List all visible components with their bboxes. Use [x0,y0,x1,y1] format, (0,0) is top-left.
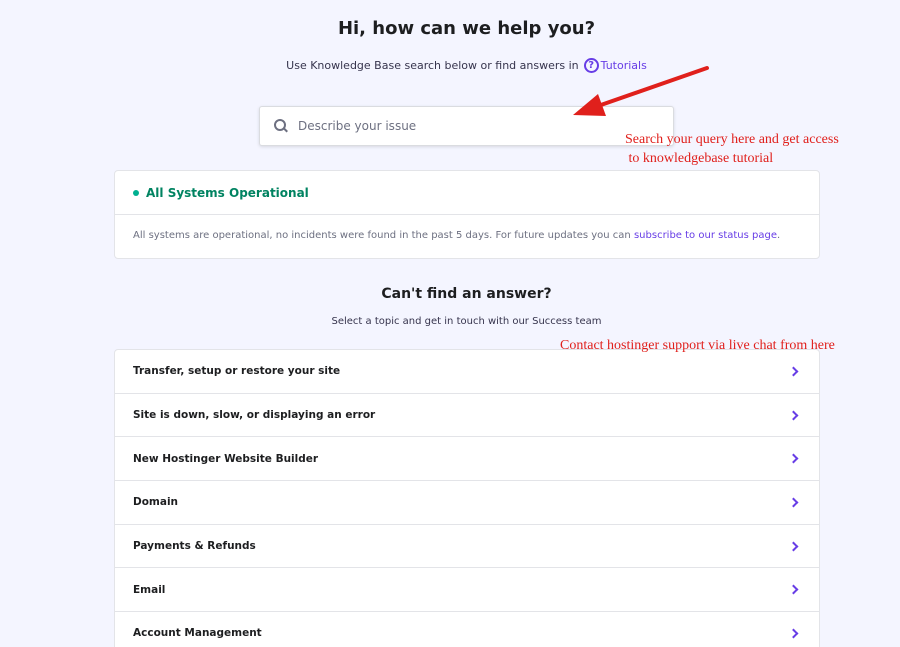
chevron-right-icon [788,410,799,420]
tutorials-link[interactable]: Tutorials [601,59,647,72]
topic-label: Site is down, slow, or displaying an err… [133,409,376,422]
status-page-link[interactable]: subscribe to our status page [634,230,777,241]
search-annotation-line1: Search your query here and get access [625,132,839,147]
status-message-text: All systems are operational, no incident… [133,230,631,241]
topics-title: Can't find an answer? [381,286,552,302]
topic-label: Account Management [133,627,262,640]
topic-label: Email [133,583,166,596]
chevron-right-icon [788,366,799,377]
search-input[interactable] [298,119,638,133]
topic-label: Domain [133,496,179,509]
help-page: Hi, how can we help you? Use Knowledge B… [0,0,900,647]
topic-item-site-down[interactable]: Site is down, slow, or displaying an err… [115,394,819,438]
chevron-right-icon [788,453,799,464]
question-circle-icon[interactable]: ? [583,58,599,73]
chevron-right-icon [788,628,799,639]
contact-annotation: Contact hostinger support via live chat … [560,338,835,353]
page-subtitle: Use Knowledge Base search below or find … [0,58,900,73]
topic-item-account[interactable]: Account Management [115,612,819,647]
status-message-suffix: . [777,230,781,241]
topic-list: Transfer, setup or restore your site Sit… [114,349,820,647]
chevron-right-icon [788,497,799,508]
topic-item-email[interactable]: Email [115,568,819,613]
status-header: All Systems Operational [115,171,819,215]
topic-item-website-builder[interactable]: New Hostinger Website Builder [115,437,819,482]
status-dot-icon [133,189,139,196]
search-annotation-line2: to knowledgebase tutorial [625,151,774,166]
page-title: Hi, how can we help you? [337,18,596,39]
status-card: All Systems Operational All systems are … [114,170,820,259]
search-icon [274,119,288,133]
chevron-right-icon [788,584,799,595]
topic-item-transfer[interactable]: Transfer, setup or restore your site [115,350,819,394]
search-annotation: Search your query here and get access to… [625,130,900,168]
topics-subtitle: Select a topic and get in touch with our… [331,316,602,327]
topic-label: Transfer, setup or restore your site [133,365,341,378]
search-box[interactable] [259,106,674,146]
status-message: All systems are operational, no incident… [115,215,819,256]
topic-label: Payments & Refunds [133,540,256,553]
topic-label: New Hostinger Website Builder [133,452,319,465]
status-title: All Systems Operational [146,185,309,200]
topic-item-payments[interactable]: Payments & Refunds [115,525,819,569]
chevron-right-icon [788,541,799,552]
topic-item-domain[interactable]: Domain [115,481,819,525]
subtitle-text: Use Knowledge Base search below or find … [286,59,579,72]
